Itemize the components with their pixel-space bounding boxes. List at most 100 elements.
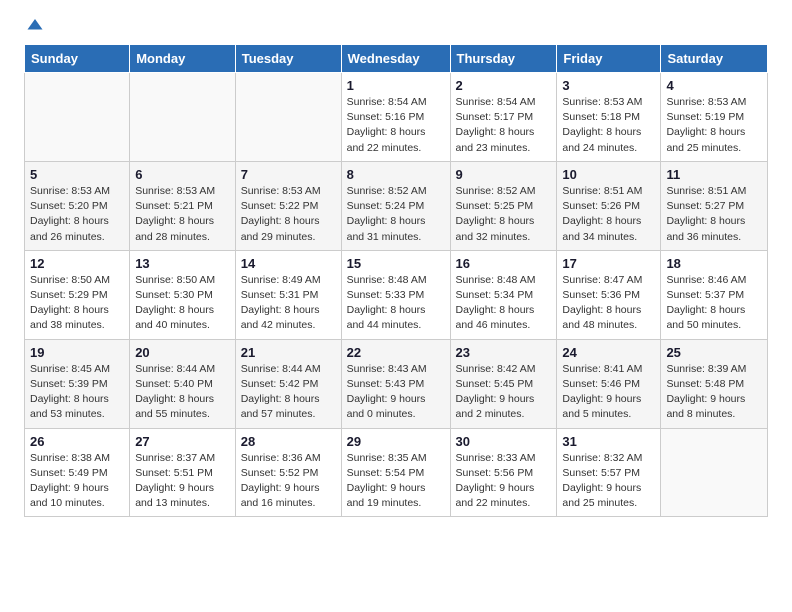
cell-date: 24 <box>562 345 655 360</box>
calendar-cell: 17 Sunrise: 8:47 AM Sunset: 5:36 PM Dayli… <box>557 250 661 339</box>
calendar-header-sunday: Sunday <box>25 45 130 73</box>
cell-date: 26 <box>30 434 124 449</box>
calendar-cell: 31 Sunrise: 8:32 AM Sunset: 5:57 PM Dayli… <box>557 428 661 517</box>
calendar-cell: 20 Sunrise: 8:44 AM Sunset: 5:40 PM Dayli… <box>130 339 236 428</box>
calendar-cell: 14 Sunrise: 8:49 AM Sunset: 5:31 PM Dayli… <box>235 250 341 339</box>
cell-date: 14 <box>241 256 336 271</box>
cell-date: 5 <box>30 167 124 182</box>
calendar-week-1: 1Sunrise: 8:54 AM Sunset: 5:16 PM Daylig… <box>25 73 768 162</box>
cell-info: Sunrise: 8:53 AM Sunset: 5:18 PM Dayligh… <box>562 95 655 156</box>
calendar-cell: 1Sunrise: 8:54 AM Sunset: 5:16 PM Daylig… <box>341 73 450 162</box>
cell-info: Sunrise: 8:53 AM Sunset: 5:22 PM Dayligh… <box>241 184 336 245</box>
cell-info: Sunrise: 8:51 AM Sunset: 5:27 PM Dayligh… <box>666 184 762 245</box>
cell-info: Sunrise: 8:44 AM Sunset: 5:42 PM Dayligh… <box>241 362 336 423</box>
cell-info: Sunrise: 8:35 AM Sunset: 5:54 PM Dayligh… <box>347 451 445 512</box>
cell-info: Sunrise: 8:53 AM Sunset: 5:20 PM Dayligh… <box>30 184 124 245</box>
calendar-week-2: 5 Sunrise: 8:53 AM Sunset: 5:20 PM Daylig… <box>25 161 768 250</box>
cell-date: 2 <box>456 78 552 93</box>
cell-date: 18 <box>666 256 762 271</box>
calendar-header-tuesday: Tuesday <box>235 45 341 73</box>
cell-info: Sunrise: 8:49 AM Sunset: 5:31 PM Dayligh… <box>241 273 336 334</box>
cell-info: Sunrise: 8:42 AM Sunset: 5:45 PM Dayligh… <box>456 362 552 423</box>
calendar-cell: 13 Sunrise: 8:50 AM Sunset: 5:30 PM Dayli… <box>130 250 236 339</box>
cell-info: Sunrise: 8:48 AM Sunset: 5:33 PM Dayligh… <box>347 273 445 334</box>
cell-info: Sunrise: 8:52 AM Sunset: 5:25 PM Dayligh… <box>456 184 552 245</box>
logo-icon <box>26 16 44 34</box>
cell-info: Sunrise: 8:50 AM Sunset: 5:29 PM Dayligh… <box>30 273 124 334</box>
cell-date: 7 <box>241 167 336 182</box>
calendar-table: SundayMondayTuesdayWednesdayThursdayFrid… <box>24 44 768 517</box>
cell-info: Sunrise: 8:33 AM Sunset: 5:56 PM Dayligh… <box>456 451 552 512</box>
calendar-cell: 12 Sunrise: 8:50 AM Sunset: 5:29 PM Dayli… <box>25 250 130 339</box>
cell-info: Sunrise: 8:44 AM Sunset: 5:40 PM Dayligh… <box>135 362 230 423</box>
calendar-week-4: 19Sunrise: 8:45 AM Sunset: 5:39 PM Dayli… <box>25 339 768 428</box>
calendar-cell <box>130 73 236 162</box>
calendar-cell: 23Sunrise: 8:42 AM Sunset: 5:45 PM Dayli… <box>450 339 557 428</box>
cell-date: 22 <box>347 345 445 360</box>
calendar-cell: 10Sunrise: 8:51 AM Sunset: 5:26 PM Dayli… <box>557 161 661 250</box>
cell-info: Sunrise: 8:36 AM Sunset: 5:52 PM Dayligh… <box>241 451 336 512</box>
cell-info: Sunrise: 8:52 AM Sunset: 5:24 PM Dayligh… <box>347 184 445 245</box>
logo <box>24 20 44 34</box>
cell-date: 4 <box>666 78 762 93</box>
cell-info: Sunrise: 8:53 AM Sunset: 5:19 PM Dayligh… <box>666 95 762 156</box>
cell-date: 31 <box>562 434 655 449</box>
cell-info: Sunrise: 8:54 AM Sunset: 5:16 PM Dayligh… <box>347 95 445 156</box>
calendar-cell: 29 Sunrise: 8:35 AM Sunset: 5:54 PM Dayli… <box>341 428 450 517</box>
calendar-cell: 16Sunrise: 8:48 AM Sunset: 5:34 PM Dayli… <box>450 250 557 339</box>
cell-info: Sunrise: 8:46 AM Sunset: 5:37 PM Dayligh… <box>666 273 762 334</box>
calendar-cell: 9 Sunrise: 8:52 AM Sunset: 5:25 PM Daylig… <box>450 161 557 250</box>
calendar-cell: 24 Sunrise: 8:41 AM Sunset: 5:46 PM Dayli… <box>557 339 661 428</box>
cell-date: 11 <box>666 167 762 182</box>
calendar-header-saturday: Saturday <box>661 45 768 73</box>
cell-date: 27 <box>135 434 230 449</box>
cell-info: Sunrise: 8:53 AM Sunset: 5:21 PM Dayligh… <box>135 184 230 245</box>
header <box>24 20 768 34</box>
cell-info: Sunrise: 8:51 AM Sunset: 5:26 PM Dayligh… <box>562 184 655 245</box>
calendar-cell: 21 Sunrise: 8:44 AM Sunset: 5:42 PM Dayli… <box>235 339 341 428</box>
calendar-cell <box>661 428 768 517</box>
cell-date: 28 <box>241 434 336 449</box>
calendar-cell: 4 Sunrise: 8:53 AM Sunset: 5:19 PM Daylig… <box>661 73 768 162</box>
calendar-cell: 6Sunrise: 8:53 AM Sunset: 5:21 PM Daylig… <box>130 161 236 250</box>
calendar-header-row: SundayMondayTuesdayWednesdayThursdayFrid… <box>25 45 768 73</box>
calendar-cell: 30Sunrise: 8:33 AM Sunset: 5:56 PM Dayli… <box>450 428 557 517</box>
cell-date: 9 <box>456 167 552 182</box>
cell-info: Sunrise: 8:43 AM Sunset: 5:43 PM Dayligh… <box>347 362 445 423</box>
cell-date: 3 <box>562 78 655 93</box>
calendar-header-monday: Monday <box>130 45 236 73</box>
cell-info: Sunrise: 8:54 AM Sunset: 5:17 PM Dayligh… <box>456 95 552 156</box>
calendar-cell: 25Sunrise: 8:39 AM Sunset: 5:48 PM Dayli… <box>661 339 768 428</box>
calendar-cell: 22 Sunrise: 8:43 AM Sunset: 5:43 PM Dayli… <box>341 339 450 428</box>
logo-text <box>24 20 44 34</box>
cell-date: 17 <box>562 256 655 271</box>
calendar-cell <box>25 73 130 162</box>
calendar-cell: 8 Sunrise: 8:52 AM Sunset: 5:24 PM Daylig… <box>341 161 450 250</box>
cell-date: 12 <box>30 256 124 271</box>
calendar-cell: 15 Sunrise: 8:48 AM Sunset: 5:33 PM Dayli… <box>341 250 450 339</box>
cell-date: 25 <box>666 345 762 360</box>
cell-info: Sunrise: 8:37 AM Sunset: 5:51 PM Dayligh… <box>135 451 230 512</box>
cell-info: Sunrise: 8:50 AM Sunset: 5:30 PM Dayligh… <box>135 273 230 334</box>
cell-date: 8 <box>347 167 445 182</box>
calendar-cell: 11 Sunrise: 8:51 AM Sunset: 5:27 PM Dayli… <box>661 161 768 250</box>
cell-date: 13 <box>135 256 230 271</box>
cell-info: Sunrise: 8:47 AM Sunset: 5:36 PM Dayligh… <box>562 273 655 334</box>
cell-date: 19 <box>30 345 124 360</box>
calendar-header-wednesday: Wednesday <box>341 45 450 73</box>
cell-date: 29 <box>347 434 445 449</box>
cell-date: 15 <box>347 256 445 271</box>
calendar-cell: 7 Sunrise: 8:53 AM Sunset: 5:22 PM Daylig… <box>235 161 341 250</box>
calendar-header-friday: Friday <box>557 45 661 73</box>
calendar-cell <box>235 73 341 162</box>
calendar-week-5: 26Sunrise: 8:38 AM Sunset: 5:49 PM Dayli… <box>25 428 768 517</box>
cell-date: 16 <box>456 256 552 271</box>
calendar-cell: 26Sunrise: 8:38 AM Sunset: 5:49 PM Dayli… <box>25 428 130 517</box>
calendar-cell: 3 Sunrise: 8:53 AM Sunset: 5:18 PM Daylig… <box>557 73 661 162</box>
calendar-week-3: 12 Sunrise: 8:50 AM Sunset: 5:29 PM Dayli… <box>25 250 768 339</box>
calendar-cell: 27 Sunrise: 8:37 AM Sunset: 5:51 PM Dayli… <box>130 428 236 517</box>
cell-date: 21 <box>241 345 336 360</box>
cell-date: 20 <box>135 345 230 360</box>
cell-info: Sunrise: 8:32 AM Sunset: 5:57 PM Dayligh… <box>562 451 655 512</box>
cell-info: Sunrise: 8:41 AM Sunset: 5:46 PM Dayligh… <box>562 362 655 423</box>
